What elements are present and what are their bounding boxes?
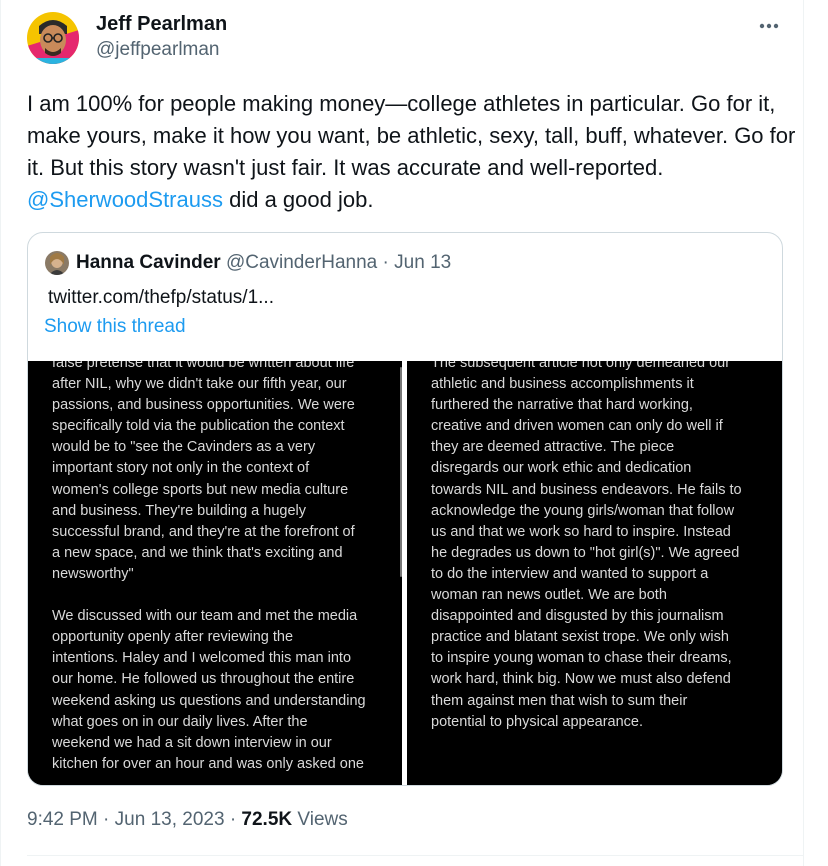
tweet-body: I am 100% for people making money—colleg…: [27, 88, 797, 216]
views-count[interactable]: 72.5K: [241, 809, 292, 830]
more-options-icon[interactable]: [752, 16, 788, 36]
tweet-text-part1: I am 100% for people making money—colleg…: [27, 91, 796, 180]
quoted-tweet-card[interactable]: Hanna Cavinder @CavinderHanna · Jun 13 t…: [27, 232, 783, 786]
author-handle[interactable]: @jeffpearlman: [96, 38, 220, 62]
timestamp-separator: ·: [103, 809, 110, 830]
views-separator: ·: [229, 809, 237, 830]
quoted-author-handle: @CavinderHanna: [225, 252, 378, 273]
views-label: Views: [297, 809, 348, 830]
quoted-author-name: Hanna Cavinder: [76, 252, 221, 273]
quoted-media[interactable]: false pretense that it would be written …: [28, 361, 782, 785]
statement-image-left-text: false pretense that it would be written …: [52, 361, 366, 772]
statement-image-right[interactable]: The subsequent article not only demeaned…: [407, 361, 782, 785]
quoted-separator: ·: [382, 252, 389, 273]
mention-link[interactable]: @SherwoodStrauss: [27, 187, 223, 212]
left-border: [0, 0, 1, 866]
tweet-time[interactable]: 9:42 PM: [27, 809, 98, 830]
statement-image-right-text: The subsequent article not only demeaned…: [431, 361, 742, 730]
right-border: [803, 0, 804, 866]
quoted-author-avatar: [45, 251, 69, 275]
quoted-header: Hanna Cavinder @CavinderHanna · Jun 13: [76, 251, 451, 275]
tweet-text-part2: did a good job.: [222, 187, 374, 212]
footer-divider: [27, 855, 803, 856]
quoted-link-text: twitter.com/thefp/status/1...: [48, 287, 274, 308]
tweet-timestamp: 9:42 PM · Jun 13, 2023 · 72.5K Views: [27, 808, 348, 832]
author-avatar[interactable]: [27, 12, 79, 64]
tweet-date[interactable]: Jun 13, 2023: [115, 809, 225, 830]
statement-image-left[interactable]: false pretense that it would be written …: [28, 361, 402, 785]
author-name[interactable]: Jeff Pearlman: [96, 12, 227, 36]
show-thread-link[interactable]: Show this thread: [44, 315, 186, 339]
quoted-date: Jun 13: [394, 252, 452, 273]
